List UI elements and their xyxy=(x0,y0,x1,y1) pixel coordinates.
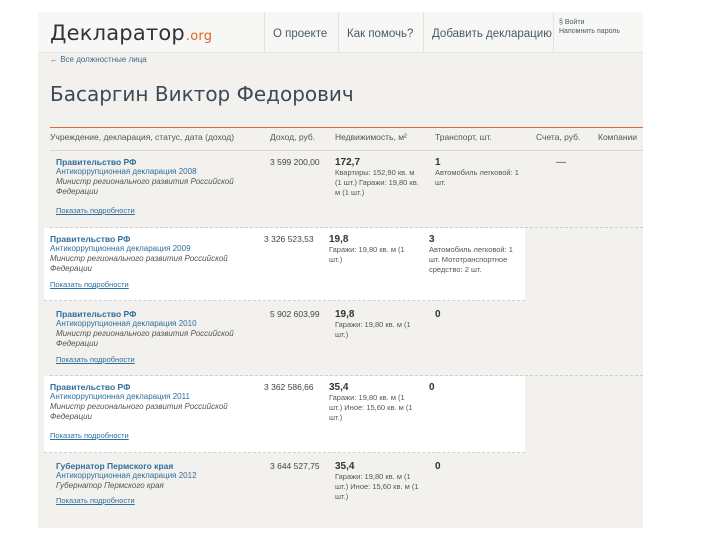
remind-password-link[interactable]: Напомнить пароль xyxy=(559,27,620,36)
row-transport-detail: Автомобиль легковой: 1 шт. xyxy=(435,168,519,187)
nav-add-declaration[interactable]: Добавить декларацию xyxy=(423,12,560,52)
row-declaration-link[interactable]: Антикоррупционная декларация 2012 xyxy=(56,471,256,481)
row-org-link[interactable]: Губернатор Пермского края xyxy=(56,461,256,471)
person-name: Басаргин Виктор Федорович xyxy=(50,82,354,106)
row-transport-count: 1 xyxy=(435,157,441,168)
row-realty-detail: Квартиры: 152,90 кв. м (1 шт.) Гаражи: 1… xyxy=(335,168,419,197)
row-income: 3 362 586,66 xyxy=(264,382,314,392)
row-org-link[interactable]: Правительство РФ xyxy=(50,382,250,392)
row-income: 3 599 200,00 xyxy=(270,157,320,167)
row-org-link[interactable]: Правительство РФ xyxy=(50,234,250,244)
show-details-link[interactable]: Показать подробности xyxy=(56,496,135,505)
site-header: Декларатор.org О проекте Как помочь? Доб… xyxy=(38,12,643,53)
row-position: Министр регионального развития Российско… xyxy=(56,177,234,196)
row-realty-detail: Гаражи: 19,80 кв. м (1 шт.) xyxy=(329,245,405,264)
row-position: Губернатор Пермского края xyxy=(56,481,164,490)
row-realty-total: 19,8 xyxy=(329,234,349,245)
row-transport-count: 3 xyxy=(429,234,435,245)
nav-help[interactable]: Как помочь? xyxy=(338,12,421,52)
col-institution: Учреждение, декларация, статус, дата (до… xyxy=(50,132,235,142)
row-realty-total: 19,8 xyxy=(335,309,355,320)
col-companies: Компании xyxy=(598,132,638,142)
row-org-link[interactable]: Правительство РФ xyxy=(56,157,256,167)
login-box: § Войти Напомнить пароль xyxy=(559,18,620,36)
table-row: Губернатор Пермского края Антикоррупцион… xyxy=(50,453,643,525)
logo-tld: .org xyxy=(185,29,213,44)
site-logo[interactable]: Декларатор.org xyxy=(50,21,212,45)
show-details-link[interactable]: Показать подробности xyxy=(56,355,135,364)
row-realty-total: 35,4 xyxy=(335,461,355,472)
login-link[interactable]: § Войти xyxy=(559,18,620,27)
col-income: Доход, руб. xyxy=(270,132,316,142)
row-declaration-link[interactable]: Антикоррупционная декларация 2011 xyxy=(50,392,250,402)
row-transport-count: 0 xyxy=(435,309,441,320)
logo-main: Декларатор xyxy=(50,21,185,45)
row-declaration-link[interactable]: Антикоррупционная декларация 2009 xyxy=(50,244,250,254)
row-income: 3 644 527,75 xyxy=(270,461,320,471)
table-row: Правительство РФ Антикоррупционная декла… xyxy=(50,301,643,376)
show-details-link[interactable]: Показать подробности xyxy=(50,280,129,289)
declarations-table: Учреждение, декларация, статус, дата (до… xyxy=(44,127,643,525)
nav-about[interactable]: О проекте xyxy=(264,12,335,52)
back-to-officials-link[interactable]: ← Все должностные лица xyxy=(50,55,147,64)
row-realty-total: 35,4 xyxy=(329,382,349,393)
row-transport-count: 0 xyxy=(429,382,435,393)
row-declaration-link[interactable]: Антикоррупционная декларация 2008 xyxy=(56,167,256,177)
row-income: 3 326 523,53 xyxy=(264,234,314,244)
row-accounts: — xyxy=(556,157,566,168)
page: Декларатор.org О проекте Как помочь? Доб… xyxy=(38,12,643,528)
row-realty-total: 172,7 xyxy=(335,157,361,168)
col-accounts: Счета, руб. xyxy=(536,132,581,142)
col-realty: Недвижимость, м² xyxy=(335,132,407,142)
row-position: Министр регионального развития Российско… xyxy=(50,402,228,421)
col-transport: Транспорт, шт. xyxy=(435,132,492,142)
show-details-link[interactable]: Показать подробности xyxy=(56,206,135,215)
row-org-link[interactable]: Правительство РФ xyxy=(56,309,256,319)
row-realty-detail: Гаражи: 19,80 кв. м (1 шт.) Иное: 15,60 … xyxy=(335,472,419,501)
row-income: 5 902 603,99 xyxy=(270,309,320,319)
row-position: Министр регионального развития Российско… xyxy=(50,254,228,273)
show-details-link[interactable]: Показать подробности xyxy=(50,431,129,440)
table-row: Правительство РФ Антикоррупционная декла… xyxy=(44,376,525,453)
row-declaration-link[interactable]: Антикоррупционная декларация 2010 xyxy=(56,319,256,329)
table-header: Учреждение, декларация, статус, дата (до… xyxy=(50,127,643,151)
row-transport-count: 0 xyxy=(435,461,441,472)
table-row: Правительство РФ Антикоррупционная декла… xyxy=(50,151,643,228)
table-row: Правительство РФ Антикоррупционная декла… xyxy=(44,228,525,301)
row-transport-detail: Автомобиль легковой: 1 шт. Мототранспорт… xyxy=(429,245,513,274)
row-realty-detail: Гаражи: 19,80 кв. м (1 шт.) Иное: 15,60 … xyxy=(329,393,413,422)
row-realty-detail: Гаражи: 19,80 кв. м (1 шт.) xyxy=(335,320,411,339)
row-position: Министр регионального развития Российско… xyxy=(56,329,234,348)
